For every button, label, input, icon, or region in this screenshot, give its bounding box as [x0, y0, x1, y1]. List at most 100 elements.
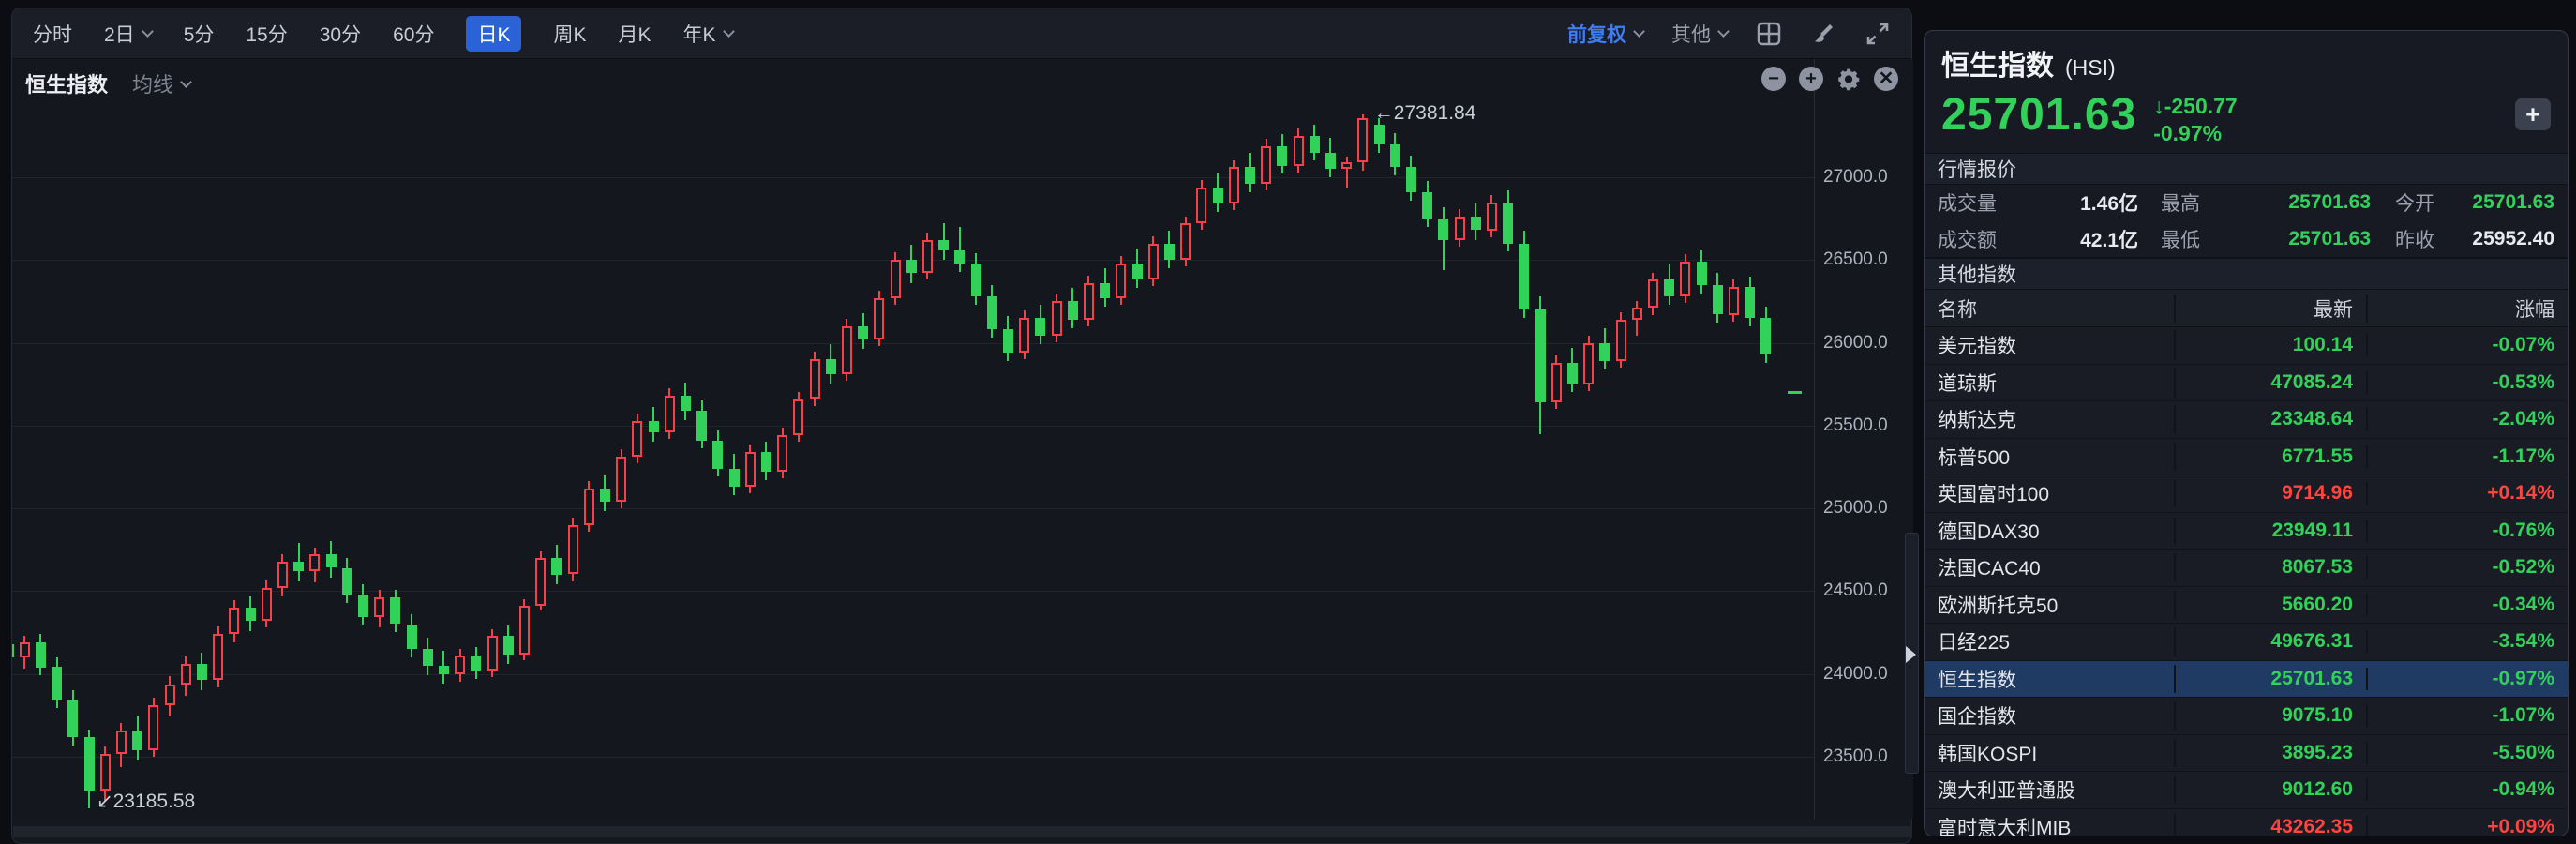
candle-body: [197, 664, 207, 681]
tab-interval-2day[interactable]: 2日: [104, 20, 152, 48]
candlestick-plot[interactable]: 恒生指数 均线 ←27381.84↙23185.58: [12, 59, 1814, 819]
tab-interval-daily-k[interactable]: 日K: [466, 16, 521, 52]
index-name: 德国DAX30: [1925, 517, 2176, 545]
candle-body: [793, 399, 803, 436]
candle-body: [213, 634, 223, 680]
tab-interval-monthly-k[interactable]: 月K: [618, 20, 651, 48]
index-name: 恒生指数: [1925, 665, 2176, 693]
chevron-down-icon: [1717, 25, 1730, 38]
fullscreen-expand-icon[interactable]: [1865, 21, 1891, 47]
tab-interval-5min[interactable]: 5分: [184, 20, 215, 48]
candle-body: [503, 636, 514, 655]
index-change-percent: -0.76%: [2368, 520, 2568, 542]
index-row-8[interactable]: 欧洲斯托克505660.20-0.34%: [1925, 587, 2568, 625]
candle-body: [681, 396, 691, 411]
candle-body: [1132, 264, 1143, 280]
index-row-12[interactable]: 韩国KOSPI3895.23-5.50%: [1925, 735, 2568, 773]
candle-body: [1729, 287, 1739, 315]
candle-body: [165, 685, 175, 705]
candle-body: [455, 656, 465, 674]
index-row-7[interactable]: 法国CAC408067.53-0.52%: [1925, 550, 2568, 587]
quote-value: 25701.63: [2228, 191, 2371, 214]
candle-body: [874, 298, 884, 339]
candle-body: [584, 489, 594, 525]
candle-body: [1325, 153, 1336, 170]
chevron-down-icon: [180, 76, 192, 88]
candle-body: [12, 644, 14, 657]
axis-tick-label: 27000.0: [1823, 167, 1888, 188]
candle-body: [1196, 188, 1206, 224]
close-chart-button[interactable]: ✕: [1874, 67, 1898, 91]
index-last-price: 9075.10: [2176, 704, 2368, 727]
index-last-price: 8067.53: [2176, 556, 2368, 579]
index-change-percent: -1.17%: [2368, 445, 2568, 468]
candle-body: [148, 705, 158, 750]
index-row-10[interactable]: 恒生指数25701.63-0.97%: [1925, 661, 2568, 699]
index-row-4[interactable]: 标普5006771.55-1.17%: [1925, 439, 2568, 476]
panel-title: 恒生指数: [1941, 42, 2054, 83]
panel-ticker: (HSI): [2065, 55, 2116, 81]
index-row-13[interactable]: 澳大利亚普通股9012.60-0.94%: [1925, 772, 2568, 809]
index-row-2[interactable]: 道琼斯47085.24-0.53%: [1925, 365, 2568, 402]
candle-body: [20, 642, 30, 657]
index-row-5[interactable]: 英国富时1009714.96+0.14%: [1925, 475, 2568, 513]
index-change-percent: -2.04%: [2368, 408, 2568, 430]
index-change-percent: -0.52%: [2368, 556, 2568, 579]
tab-interval-30min[interactable]: 30分: [320, 20, 361, 48]
candle-body: [1035, 318, 1045, 336]
zoom-in-button[interactable]: +: [1799, 67, 1823, 91]
index-last-price: 43262.35: [2176, 816, 2368, 836]
candle-body: [696, 411, 707, 441]
candle-body: [1019, 318, 1029, 353]
layout-grid-icon[interactable]: [1756, 21, 1782, 47]
tab-interval-15min[interactable]: 15分: [246, 20, 287, 48]
chevron-down-icon: [723, 25, 735, 38]
add-to-watchlist-button[interactable]: +: [2515, 98, 2551, 130]
index-name: 韩国KOSPI: [1925, 739, 2176, 767]
ma-indicator-dropdown[interactable]: 均线: [132, 68, 190, 98]
tab-interval-60min[interactable]: 60分: [393, 20, 434, 48]
candle-body: [971, 264, 981, 296]
index-row-14[interactable]: 富时意大利MIB43262.35+0.09%: [1925, 809, 2568, 837]
candle-body: [1487, 203, 1497, 231]
index-change-percent: -3.54%: [2368, 630, 2568, 653]
low-price-annotation: ↙23185.58: [97, 790, 195, 813]
index-change-percent: +0.14%: [2368, 482, 2568, 505]
drawing-brush-icon[interactable]: [1810, 21, 1836, 47]
tab-interval-yearly-k[interactable]: 年K: [683, 20, 733, 48]
candle-body: [1648, 279, 1658, 308]
index-row-3[interactable]: 纳斯达克23348.64-2.04%: [1925, 401, 2568, 439]
zoom-out-button[interactable]: −: [1761, 67, 1786, 91]
other-dropdown[interactable]: 其他: [1671, 20, 1728, 48]
index-row-9[interactable]: 日经22549676.31-3.54%: [1925, 624, 2568, 661]
index-last-price: 23348.64: [2176, 408, 2368, 430]
candle-body: [1341, 162, 1352, 169]
quote-label: 昨收: [2395, 225, 2463, 253]
candle-body: [519, 606, 530, 655]
index-row-6[interactable]: 德国DAX3023949.11-0.76%: [1925, 513, 2568, 550]
candle-body: [262, 588, 272, 621]
index-row-1[interactable]: 美元指数100.14-0.07%: [1925, 327, 2568, 365]
index-name: 欧洲斯托克50: [1925, 591, 2176, 619]
candle-body: [729, 469, 740, 487]
tab-interval-weekly-k[interactable]: 周K: [553, 20, 586, 48]
candle-body: [1632, 308, 1642, 319]
indices-table-body: 美元指数100.14-0.07%道琼斯47085.24-0.53%纳斯达克233…: [1925, 327, 2568, 836]
index-name: 国企指数: [1925, 701, 2176, 730]
axis-tick-label: 25500.0: [1823, 415, 1888, 436]
tab-interval-time[interactable]: 分时: [33, 20, 72, 48]
chart-settings-gear-icon[interactable]: [1836, 67, 1861, 91]
quote-value: 25952.40: [2463, 228, 2554, 250]
quote-label: 今开: [2395, 188, 2463, 217]
adjust-type-dropdown[interactable]: 前复权: [1567, 20, 1643, 48]
gridline: [12, 426, 1814, 427]
candle-body: [1519, 244, 1529, 310]
candle-body: [229, 608, 239, 634]
candle-body: [906, 260, 917, 273]
chevron-down-icon: [1633, 25, 1645, 38]
interval-tabs: 分时 2日 5分 15分 30分 60分 日K 周K 月K 年K: [33, 16, 733, 52]
candle-body: [987, 296, 997, 329]
candle-body: [1599, 343, 1610, 361]
candle-body: [374, 597, 384, 617]
index-row-11[interactable]: 国企指数9075.10-1.07%: [1925, 698, 2568, 735]
